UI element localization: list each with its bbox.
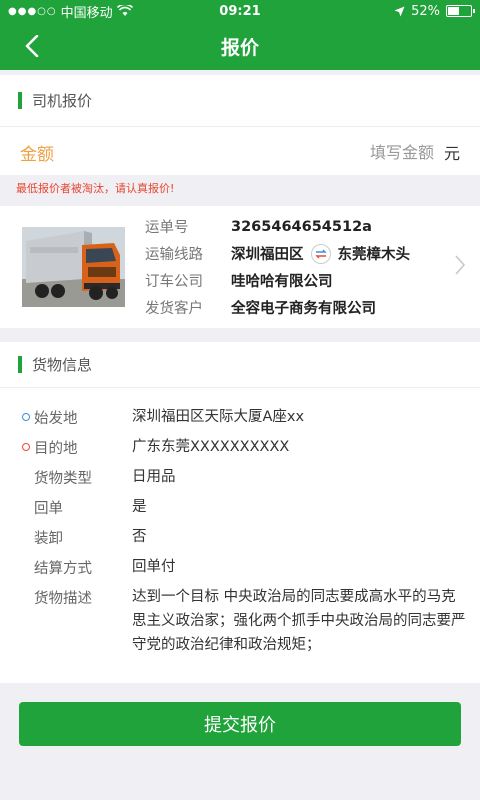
origin-dot-icon (22, 413, 30, 421)
quote-warning: 最低报价者被淘汰，请认真报价! (16, 182, 175, 195)
destination-value: 广东东莞XXXXXXXXXX (132, 439, 290, 455)
goods-info-title-text: 货物信息 (32, 356, 93, 374)
customer-value: 全容电子商务有限公司 (231, 301, 376, 317)
wifi-icon (116, 5, 133, 16)
order-summary-card[interactable]: 运单号 3265464654512a 运输线路 深圳福田区 东莞樟木头 订车公司… (0, 206, 480, 328)
receipt-value: 是 (132, 499, 147, 515)
company-label: 订车公司 (145, 274, 203, 290)
goods-type-label: 货物类型 (34, 470, 92, 487)
origin-label: 始发地 (22, 402, 132, 432)
driver-quote-title-text: 司机报价 (32, 92, 93, 110)
origin-label-text: 始发地 (34, 410, 78, 427)
truck-image (22, 227, 125, 307)
route-label: 运输线路 (145, 247, 203, 263)
route-to: 东莞樟木头 (337, 247, 411, 263)
customer-label: 发货客户 (145, 301, 203, 317)
goods-info-card: 货物信息 始发地 深圳福田区天际大厦A座xx 目的地 广东东莞XXXXXXXXX… (0, 342, 480, 683)
route-from: 深圳福田区 (231, 247, 304, 263)
settlement-value: 回单付 (132, 559, 176, 575)
description-label: 货物描述 (34, 590, 92, 607)
order-info: 运单号 3265464654512a 运输线路 深圳福田区 东莞樟木头 订车公司… (145, 213, 410, 321)
goods-info-title: 货物信息 (0, 342, 480, 388)
waybill-row: 运单号 3265464654512a (145, 213, 410, 240)
status-right: 52% (394, 3, 475, 19)
loading-label: 装卸 (34, 530, 63, 547)
goods-row-description: 货物描述 达到一个目标 中央政治局的同志要成高水平的马克思主义政治家；强化两个抓… (0, 582, 480, 657)
chevron-right-icon (455, 255, 466, 275)
carrier-label: 中国移动 (60, 5, 113, 21)
company-value: 哇哈哈有限公司 (231, 274, 333, 290)
route-row: 运输线路 深圳福田区 东莞樟木头 (145, 240, 410, 267)
location-icon (394, 6, 405, 16)
goods-row-loading: 装卸 否 (0, 522, 480, 552)
amount-label: 金额 (20, 144, 54, 165)
swap-arrows-icon (310, 243, 331, 264)
description-value: 达到一个目标 中央政治局的同志要成高水平的马克思主义政治家；强化两个抓手中央政治… (132, 589, 466, 653)
section-accent-bar (18, 356, 22, 373)
origin-value: 深圳福田区天际大厦A座xx (132, 409, 305, 425)
receipt-label: 回单 (34, 500, 63, 517)
destination-dot-icon (22, 443, 30, 451)
waybill-label: 运单号 (145, 220, 189, 236)
destination-label-text: 目的地 (34, 440, 78, 457)
goods-row-type: 货物类型 日用品 (0, 462, 480, 492)
driver-quote-title: 司机报价 (0, 75, 480, 127)
app-header: ●●●○○ 中国移动 09:21 52% 报价 (0, 0, 480, 70)
amount-input[interactable] (313, 142, 434, 162)
amount-unit: 元 (443, 144, 460, 163)
section-accent-bar (18, 92, 22, 109)
settlement-label: 结算方式 (34, 560, 92, 577)
destination-label: 目的地 (22, 432, 132, 462)
back-button[interactable] (14, 28, 50, 64)
chevron-left-icon (25, 35, 39, 57)
status-left: ●●●○○ 中国移动 (8, 2, 133, 21)
amount-row: 金额 元 (0, 127, 480, 177)
goods-row-receipt: 回单 是 (0, 492, 480, 522)
company-row: 订车公司 哇哈哈有限公司 (145, 267, 410, 294)
goods-type-value: 日用品 (132, 469, 176, 485)
goods-row-settlement: 结算方式 回单付 (0, 552, 480, 582)
goods-list: 始发地 深圳福田区天际大厦A座xx 目的地 广东东莞XXXXXXXXXX 货物类… (0, 388, 480, 657)
goods-row-destination: 目的地 广东东莞XXXXXXXXXX (0, 432, 480, 462)
nav-bar: 报价 (0, 22, 480, 70)
battery-icon (446, 5, 475, 17)
driver-quote-card: 司机报价 金额 元 (0, 75, 480, 175)
battery-fill (448, 7, 459, 15)
status-bar: ●●●○○ 中国移动 09:21 52% (0, 0, 480, 22)
loading-value: 否 (132, 529, 147, 545)
submit-quote-button[interactable]: 提交报价 (19, 702, 461, 746)
customer-row: 发货客户 全容电子商务有限公司 (145, 294, 410, 321)
page-title: 报价 (220, 36, 259, 59)
battery-percent: 52% (411, 3, 440, 19)
goods-row-origin: 始发地 深圳福田区天际大厦A座xx (0, 402, 480, 432)
waybill-value: 3265464654512a (231, 218, 372, 235)
signal-icon: ●●●○○ (8, 5, 57, 17)
